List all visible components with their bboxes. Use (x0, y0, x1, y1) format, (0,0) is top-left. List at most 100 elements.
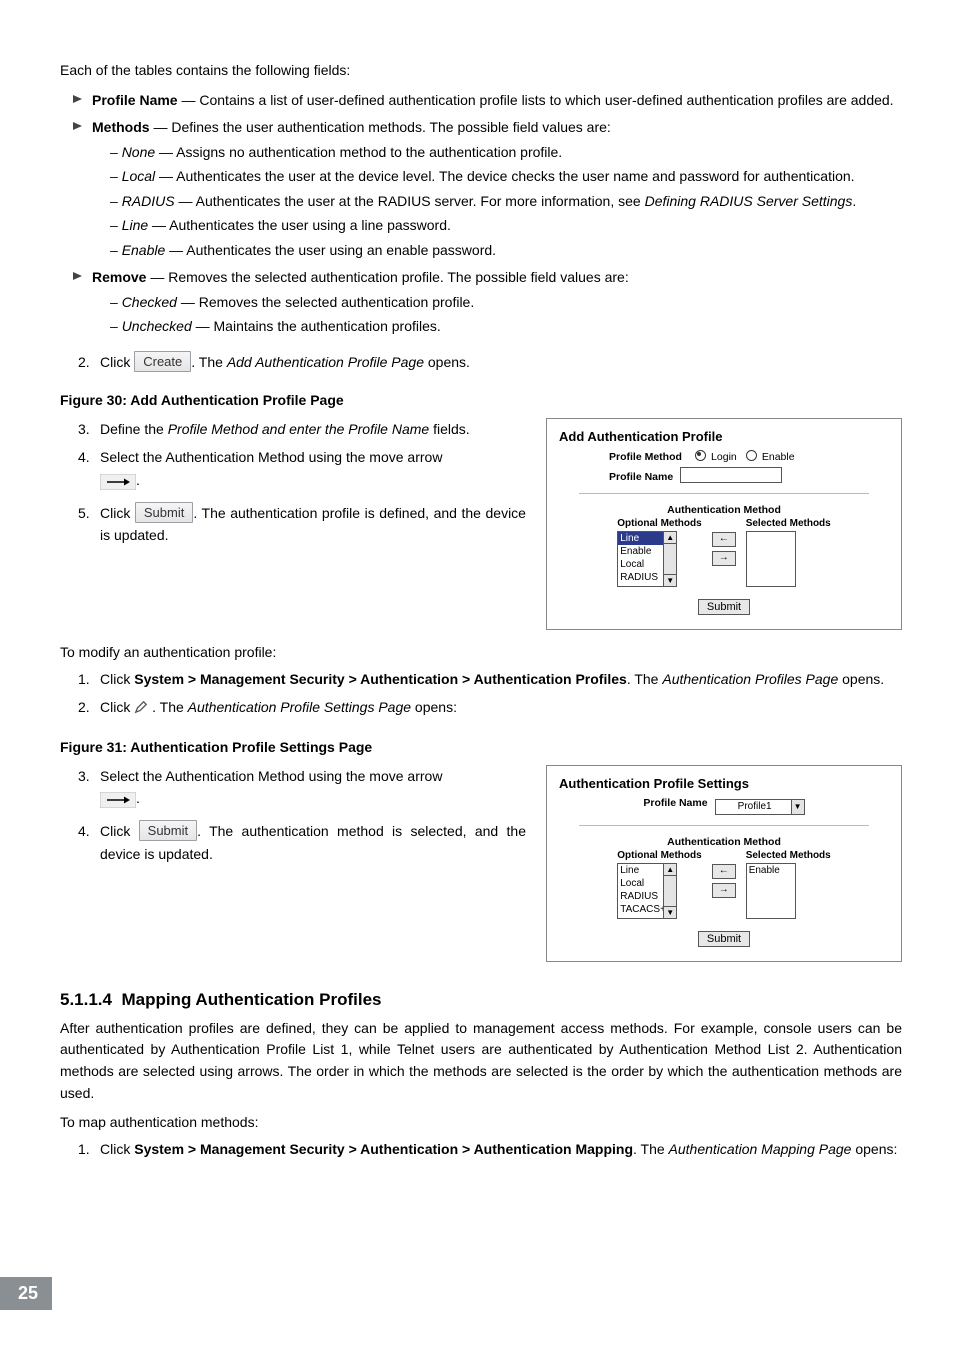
move-right-button[interactable]: → (712, 883, 736, 898)
step-text-pre: Click (100, 354, 134, 370)
step-text-italic: Authentication Mapping Page (669, 1141, 852, 1157)
scrollbar[interactable]: ▲▼ (663, 864, 676, 918)
optional-listbox[interactable]: Line Enable Local RADIUS ▲▼ (617, 531, 677, 587)
sub-name: Line (122, 217, 148, 233)
sub-text: — Maintains the authentication profiles. (192, 318, 441, 334)
step-4: 4. Select the Authentication Method usin… (78, 446, 526, 496)
sub-text: — Removes the selected authentication pr… (177, 294, 474, 310)
step-3b: 3. Select the Authentication Method usin… (78, 765, 526, 815)
step-number: 4. (78, 820, 90, 842)
step-text-pre: Select the Authentication Method using t… (100, 449, 442, 465)
bullet-remove: Remove — Removes the selected authentica… (92, 267, 902, 337)
figure-31-caption: Figure 31: Authentication Profile Settin… (60, 739, 902, 755)
breadcrumb-path: System > Management Security > Authentic… (134, 671, 627, 687)
bullet-methods: Methods — Defines the user authenticatio… (92, 117, 902, 261)
sub-name: RADIUS (122, 193, 175, 209)
step-text-pre: Click (100, 699, 134, 715)
step-number: 2. (78, 351, 90, 373)
create-button[interactable]: Create (134, 351, 191, 372)
step-text-pre: Click (100, 671, 134, 687)
list-item[interactable]: Enable (747, 864, 795, 877)
edit-pencil-icon[interactable] (134, 698, 148, 720)
sub-text: — Assigns no authentication method to th… (155, 144, 562, 160)
auth-profile-settings-dialog: Authentication Profile Settings Profile … (546, 765, 902, 962)
step-text-post: . (136, 790, 140, 806)
move-arrow-icon (100, 474, 136, 496)
section-paragraph: After authentication profiles are define… (60, 1018, 902, 1105)
auth-method-heading: Authentication Method (559, 836, 889, 848)
sub-text: — Authenticates the user at the device l… (155, 168, 854, 184)
step-5: 5. Click Submit. The authentication prof… (78, 502, 526, 547)
step-number: 1. (78, 1138, 90, 1160)
submit-button[interactable]: Submit (135, 502, 193, 523)
bullet-text: — Contains a list of user-defined authen… (178, 92, 894, 108)
step-text-mid: . The (627, 671, 663, 687)
move-right-button[interactable]: → (712, 551, 736, 566)
sub-tail-italic: Defining RADIUS Server Settings (645, 193, 853, 209)
step-text-italic: Add Authentication Profile Page (227, 354, 424, 370)
sub-tail-plain: . (852, 193, 856, 209)
selected-listbox[interactable] (746, 531, 796, 587)
selected-label: Selected Methods (746, 518, 831, 529)
radio-enable[interactable] (746, 450, 757, 461)
step-text-post: opens. (838, 671, 884, 687)
step-3: 3. Define the Profile Method and enter t… (78, 418, 526, 440)
dialog-title: Authentication Profile Settings (559, 776, 889, 791)
sub-name: Unchecked (122, 318, 192, 334)
intro-text: Each of the tables contains the followin… (60, 60, 902, 82)
section-lead: To map authentication methods: (60, 1114, 902, 1130)
step-text-mid: . The (633, 1141, 669, 1157)
dialog-submit-button[interactable]: Submit (698, 599, 750, 615)
step-number: 1. (78, 668, 90, 690)
move-left-button[interactable]: ← (712, 864, 736, 879)
page-number: 25 (0, 1277, 52, 1310)
submit-button[interactable]: Submit (139, 820, 197, 841)
step-text-italic: Profile Method and enter the Profile Nam… (168, 421, 429, 437)
bullet-profile-name: Profile Name — Contains a list of user-d… (92, 90, 902, 112)
bullet-label: Methods (92, 119, 150, 135)
modify-step-1: 1. Click System > Management Security > … (78, 668, 902, 690)
breadcrumb-path: System > Management Security > Authentic… (134, 1141, 633, 1157)
sub-text: — Authenticates the user using an enable… (165, 242, 496, 258)
dialog-submit-button[interactable]: Submit (698, 931, 750, 947)
dual-list: Optional Methods Line Enable Local RADIU… (559, 518, 889, 587)
field-label: Profile Name (609, 471, 673, 483)
sub-text: — Authenticates the user at the RADIUS s… (175, 193, 645, 209)
sub-name: None (122, 144, 155, 160)
scrollbar[interactable]: ▲▼ (663, 532, 676, 586)
move-arrow-icon (100, 792, 136, 814)
move-left-button[interactable]: ← (712, 532, 736, 547)
selected-listbox[interactable]: Enable (746, 863, 796, 919)
sub-name: Local (122, 168, 155, 184)
step-text-italic: Authentication Profile Settings Page (188, 699, 411, 715)
section-heading: 5.1.1.4 Mapping Authentication Profiles (60, 990, 902, 1010)
profile-name-input[interactable] (680, 467, 782, 483)
step-text-pre: Click (100, 1141, 134, 1157)
bullet-label: Remove (92, 269, 146, 285)
step-text-post: opens: (411, 699, 457, 715)
sub-name: Enable (122, 242, 166, 258)
step-text-pre: Click (100, 823, 139, 839)
document-page: Each of the tables contains the followin… (0, 0, 954, 1320)
bullet-text: — Removes the selected authentication pr… (146, 269, 628, 285)
radio-label: Login (711, 451, 737, 463)
profile-name-dropdown[interactable]: Profile1 (715, 799, 805, 815)
step-number: 5. (78, 502, 90, 524)
bullet-label: Profile Name (92, 92, 178, 108)
optional-label: Optional Methods (617, 850, 701, 861)
section-number: 5.1.1.4 (60, 990, 112, 1009)
step-number: 2. (78, 696, 90, 718)
step-4b: 4. Click Submit. The authentication meth… (78, 820, 526, 865)
field-descriptions: Profile Name — Contains a list of user-d… (60, 90, 902, 338)
bullet-arrow-icon (72, 269, 84, 285)
step-number: 4. (78, 446, 90, 468)
field-label: Profile Name (643, 797, 707, 809)
step-text-pre: Click (100, 505, 135, 521)
dialog-title: Add Authentication Profile (559, 429, 889, 444)
step-text-post: opens: (851, 1141, 897, 1157)
optional-listbox[interactable]: Line Local RADIUS TACACS+ ▲▼ (617, 863, 677, 919)
radio-login[interactable] (695, 450, 706, 461)
field-label: Profile Method (609, 451, 682, 463)
step-text-pre: Define the (100, 421, 168, 437)
auth-method-heading: Authentication Method (559, 504, 889, 516)
